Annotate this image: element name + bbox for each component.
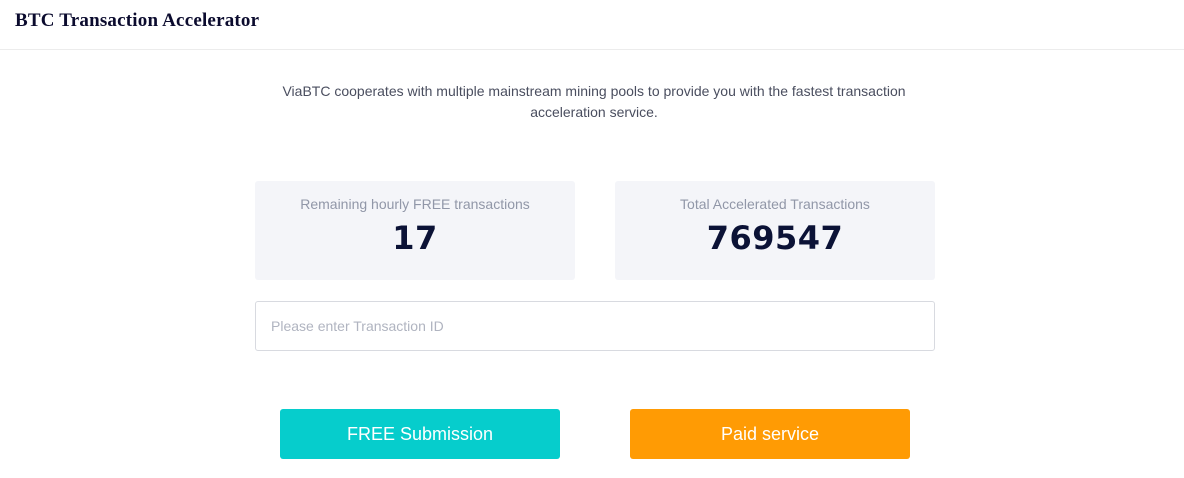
free-remaining-card: Remaining hourly FREE transactions 17	[255, 181, 575, 280]
free-remaining-value: 17	[392, 219, 438, 257]
paid-service-button[interactable]: Paid service	[630, 409, 910, 459]
page-title: BTC Transaction Accelerator	[15, 10, 260, 31]
free-submission-button[interactable]: FREE Submission	[280, 409, 560, 459]
total-accelerated-label: Total Accelerated Transactions	[680, 196, 870, 212]
free-remaining-label: Remaining hourly FREE transactions	[300, 196, 530, 212]
intro-text: ViaBTC cooperates with multiple mainstre…	[282, 83, 906, 120]
transaction-id-input[interactable]	[255, 301, 935, 351]
total-accelerated-card: Total Accelerated Transactions 769547	[615, 181, 935, 280]
total-accelerated-value: 769547	[706, 219, 844, 257]
page-header: BTC Transaction Accelerator	[0, 0, 1184, 50]
